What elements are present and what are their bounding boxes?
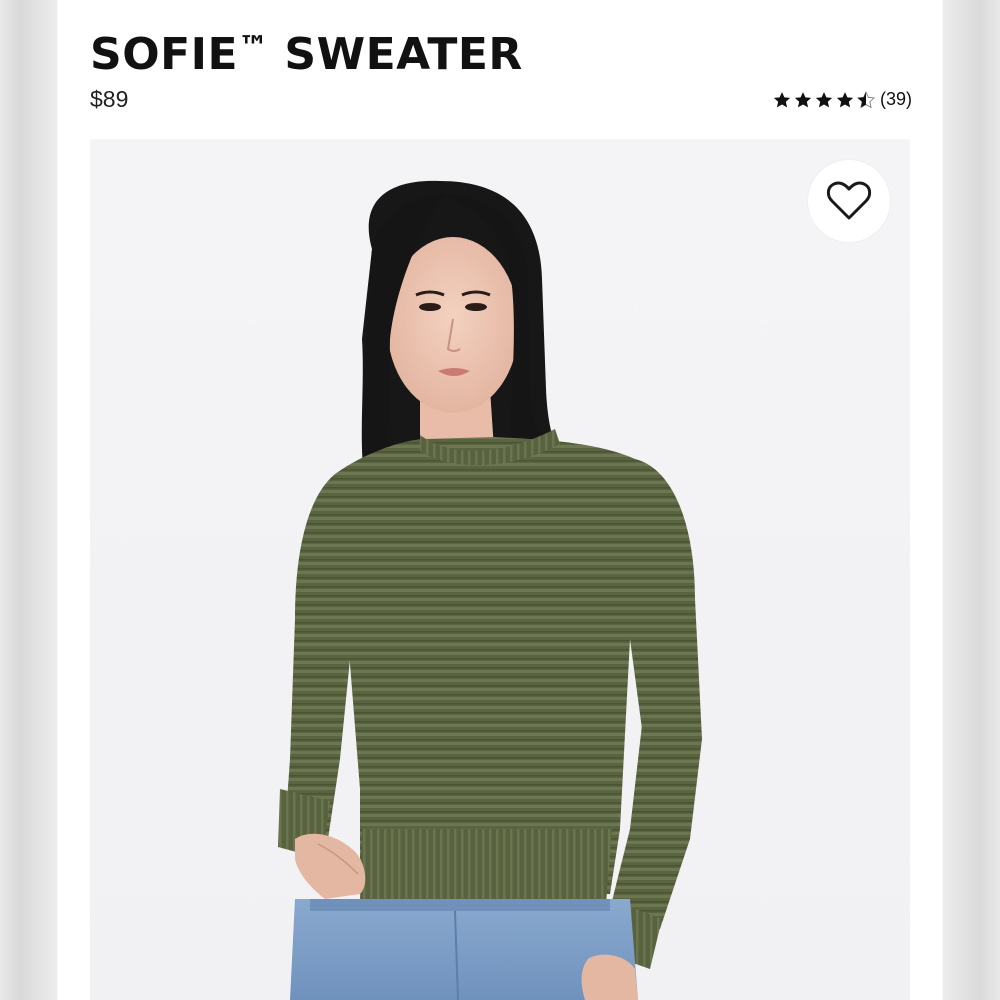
half-star-icon: [856, 90, 876, 108]
product-name-suffix: SWEATER: [284, 29, 523, 80]
heart-outline-icon: [826, 181, 872, 220]
star-icon: [794, 91, 812, 107]
trademark-symbol: ™: [238, 30, 269, 65]
rating-summary[interactable]: (39): [772, 89, 912, 110]
product-image-area: [90, 139, 910, 1000]
product-name: SOFIE: [90, 29, 239, 80]
product-price: $89: [90, 86, 129, 112]
star-icon: [773, 91, 791, 107]
product-title: SOFIE™ SWEATER: [90, 20, 523, 83]
rating-stars: [772, 90, 876, 110]
product-photo: [278, 180, 702, 1000]
star-icon: [815, 91, 833, 107]
star-icon: [836, 91, 854, 107]
favorite-button[interactable]: [808, 160, 890, 242]
product-card: SOFIE™ SWEATER $89 (39): [58, 0, 942, 1000]
review-count[interactable]: (39): [880, 89, 912, 110]
